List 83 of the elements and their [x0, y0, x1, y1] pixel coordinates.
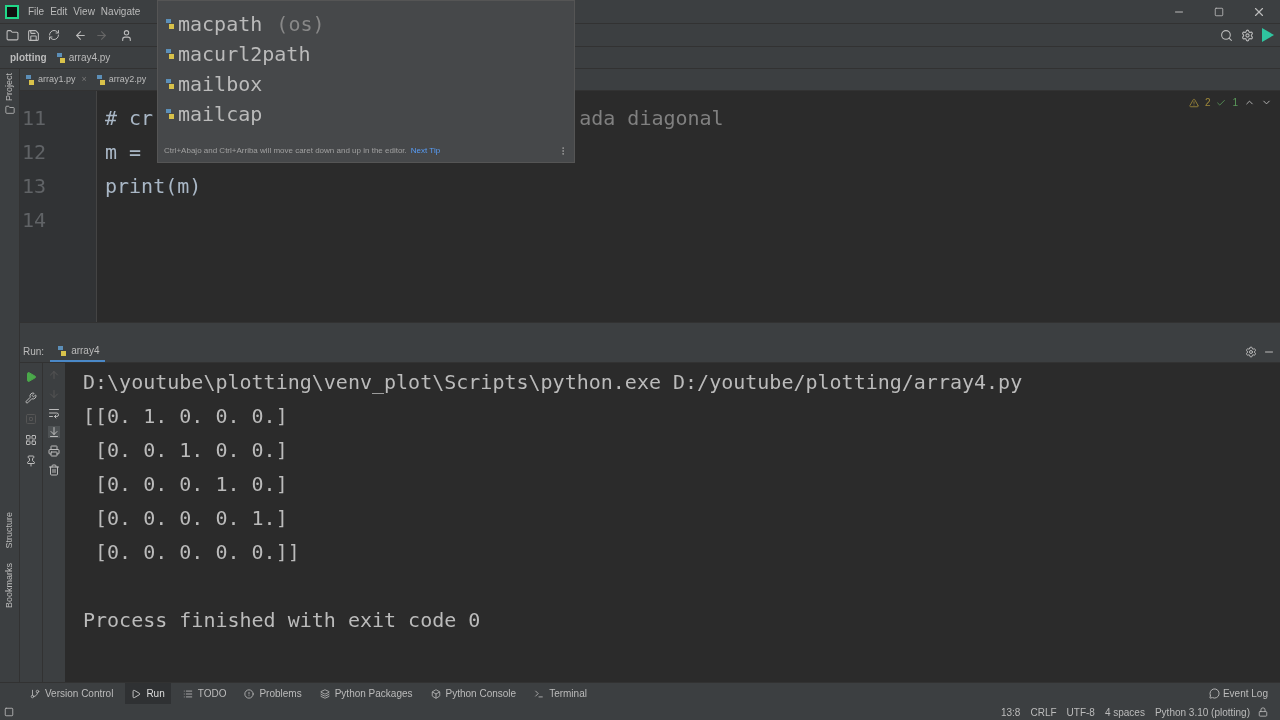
wrap-icon[interactable]: [48, 407, 60, 419]
wrench-icon[interactable]: [25, 392, 37, 404]
folder-icon[interactable]: [6, 28, 19, 42]
menu-item[interactable]: File: [25, 4, 48, 19]
speech-bubble-icon: [1208, 688, 1220, 699]
settings-icon[interactable]: [1245, 345, 1257, 358]
branch-icon: [30, 688, 40, 699]
tool-window-button[interactable]: Run: [125, 683, 171, 704]
tool-window-button[interactable]: Python Console: [424, 683, 523, 704]
tool-window-button[interactable]: Version Control: [24, 683, 120, 704]
list-icon: [182, 688, 193, 699]
trash-icon[interactable]: [48, 464, 60, 476]
module-icon: [164, 18, 176, 30]
code-text: m =: [105, 139, 143, 166]
menu-item[interactable]: Navigate: [97, 4, 144, 19]
console-output-line: [[0. 1. 0. 0. 0.]: [83, 403, 288, 430]
module-icon: [164, 108, 176, 120]
check-icon: [1216, 97, 1227, 108]
lock-icon[interactable]: [1258, 707, 1268, 717]
run-label: Run:: [23, 345, 45, 359]
warning-count[interactable]: 2: [1204, 95, 1211, 110]
folder-icon: [4, 105, 15, 115]
module-icon: [164, 48, 176, 60]
tool-window-button[interactable]: Problems: [238, 683, 308, 704]
console-output-line: [0. 0. 0. 1. 0.]: [94, 471, 288, 498]
console-output-line: [0. 0. 1. 0. 0.]: [94, 437, 288, 464]
tool-window-button[interactable]: Python Packages: [313, 683, 419, 704]
play-icon: [131, 688, 142, 699]
back-icon[interactable]: [74, 28, 87, 42]
refresh-icon[interactable]: [48, 29, 60, 41]
project-tool-tab[interactable]: Project: [2, 73, 17, 101]
settings-icon[interactable]: [1241, 28, 1254, 42]
code-text: # cr: [105, 105, 154, 132]
app-logo-icon: [5, 4, 19, 19]
side-tool-tab[interactable]: Structure: [2, 512, 17, 549]
warning-icon: [1188, 97, 1199, 108]
menu-item[interactable]: Edit: [47, 4, 71, 19]
file-tab[interactable]: array1.py ×: [20, 69, 91, 90]
console-output-line: [0. 0. 0. 0. 0.]]: [94, 539, 300, 566]
tool-window-button[interactable]: Terminal: [528, 683, 593, 704]
next-tip-link[interactable]: Next Tip: [410, 145, 441, 157]
completion-tip: Ctrl+Abajo and Ctrl+Arriba will move caret down and up in the editor.: [164, 145, 407, 157]
save-icon[interactable]: [27, 28, 40, 42]
process-finished-message: Process finished with exit code 0: [83, 607, 481, 634]
layers-icon: [319, 688, 330, 699]
python-file-icon: [54, 51, 67, 64]
pin-icon[interactable]: [25, 455, 37, 467]
tool-window-button[interactable]: TODO: [176, 683, 233, 704]
python-file-icon: [56, 344, 69, 357]
plugin-logo-icon[interactable]: [1262, 28, 1274, 42]
menu-item[interactable]: View: [70, 4, 98, 19]
weak-warning-count[interactable]: 1: [1232, 95, 1238, 110]
cube-icon: [430, 688, 441, 699]
scroll-to-end-icon[interactable]: [48, 426, 60, 438]
status-item[interactable]: CRLF: [1030, 704, 1057, 720]
completion-item[interactable]: macurl2path: [158, 39, 574, 69]
python-file-icon: [24, 73, 36, 86]
module-icon: [164, 78, 176, 90]
file-tab[interactable]: array2.py: [90, 69, 151, 90]
search-icon[interactable]: [1220, 28, 1233, 42]
completion-item[interactable]: mailcap: [158, 99, 574, 129]
event-log-button[interactable]: Event Log: [1208, 686, 1268, 701]
breadcrumb-project[interactable]: plotting: [10, 50, 47, 65]
terminal-icon: [534, 688, 545, 699]
status-item[interactable]: Python 3.10 (plotting): [1154, 704, 1250, 720]
console-output-line: [0. 0. 0. 0. 1.]: [94, 505, 288, 532]
code-text: ada diagonal: [579, 105, 724, 132]
status-item[interactable]: 4 spaces: [1104, 704, 1145, 720]
code-text: print(m): [105, 173, 202, 200]
panel-icon[interactable]: [4, 707, 14, 717]
layout-icon[interactable]: [25, 434, 37, 446]
console-output-line: D:\youtube\plotting\venv_plot\Scripts\python.exe D:/youtube/plotting/array4.py: [83, 369, 1023, 396]
side-tool-tab[interactable]: Bookmarks: [2, 563, 17, 608]
print-icon[interactable]: [48, 445, 60, 457]
alert-icon: [244, 688, 255, 699]
status-item[interactable]: 13:8: [1000, 704, 1021, 720]
completion-item[interactable]: mailbox: [158, 69, 574, 99]
python-file-icon: [94, 73, 107, 86]
breadcrumb-file[interactable]: array4.py: [68, 50, 111, 65]
status-item[interactable]: UTF-8: [1066, 704, 1095, 720]
rerun-icon[interactable]: [25, 371, 37, 383]
completion-item[interactable]: macpath (os): [158, 9, 574, 39]
user-icon[interactable]: [120, 28, 133, 42]
